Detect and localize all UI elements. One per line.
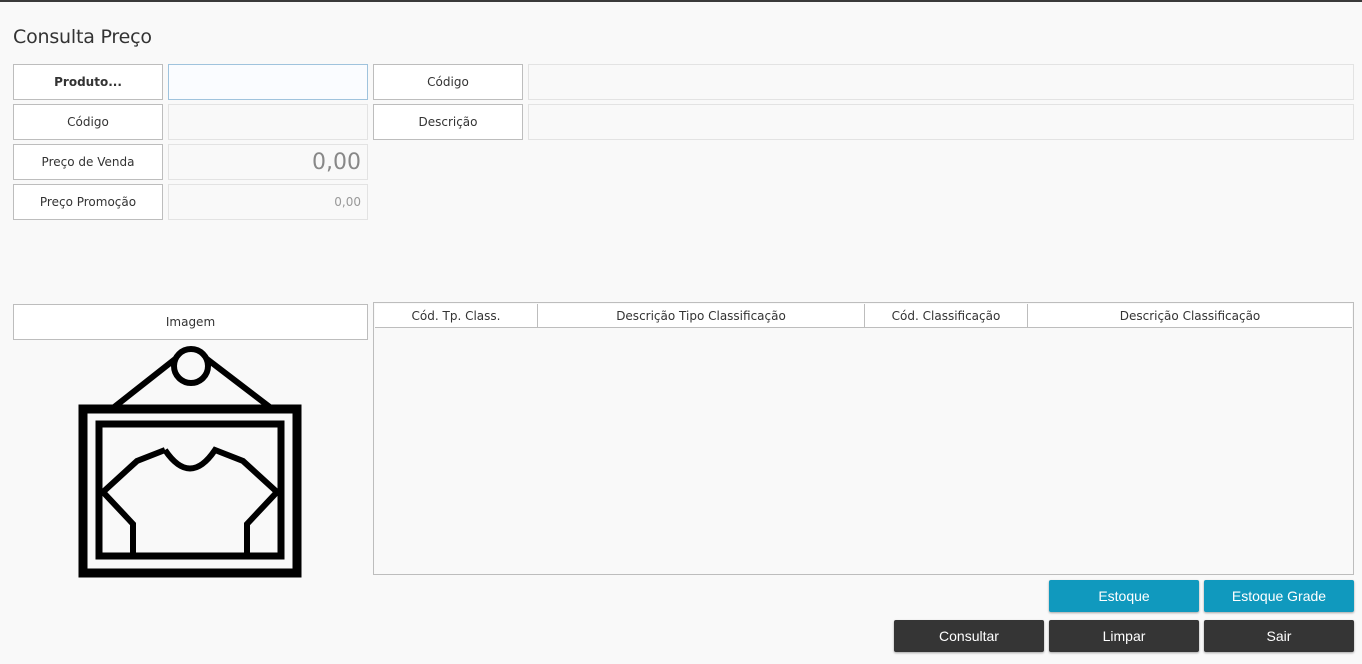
produto-input[interactable] bbox=[168, 64, 368, 100]
preco-promocao-field[interactable]: 0,00 bbox=[168, 184, 368, 220]
grid-header-cod-tp-class[interactable]: Cód. Tp. Class. bbox=[375, 304, 538, 327]
preco-venda-label: Preço de Venda bbox=[13, 144, 163, 180]
page-title: Consulta Preço bbox=[13, 26, 152, 48]
grid-header-descricao-tipo-classificacao[interactable]: Descrição Tipo Classificação bbox=[538, 304, 865, 327]
sair-button[interactable]: Sair bbox=[1204, 620, 1354, 652]
grid-header: Cód. Tp. Class. Descrição Tipo Classific… bbox=[375, 304, 1352, 328]
estoque-button[interactable]: Estoque bbox=[1049, 580, 1199, 612]
estoque-grade-button[interactable]: Estoque Grade bbox=[1204, 580, 1354, 612]
codigo-field[interactable] bbox=[168, 104, 368, 140]
produto-lookup-button[interactable]: Produto... bbox=[13, 64, 163, 100]
grid-header-descricao-classificacao[interactable]: Descrição Classificação bbox=[1028, 304, 1352, 327]
consultar-button[interactable]: Consultar bbox=[894, 620, 1044, 652]
imagem-label: Imagem bbox=[13, 304, 368, 340]
preco-venda-field[interactable]: 0,00 bbox=[168, 144, 368, 180]
descricao-label: Descrição bbox=[373, 104, 523, 140]
descricao-field[interactable] bbox=[528, 104, 1354, 140]
codigo-top-field[interactable] bbox=[528, 64, 1354, 100]
classificacao-grid[interactable]: Cód. Tp. Class. Descrição Tipo Classific… bbox=[373, 302, 1354, 575]
codigo-label: Código bbox=[13, 104, 163, 140]
grid-header-cod-classificacao[interactable]: Cód. Classificação bbox=[865, 304, 1028, 327]
codigo-top-label: Código bbox=[373, 64, 523, 100]
preco-promocao-label: Preço Promoção bbox=[13, 184, 163, 220]
limpar-button[interactable]: Limpar bbox=[1049, 620, 1199, 652]
product-tag-shirt-icon bbox=[75, 342, 307, 578]
